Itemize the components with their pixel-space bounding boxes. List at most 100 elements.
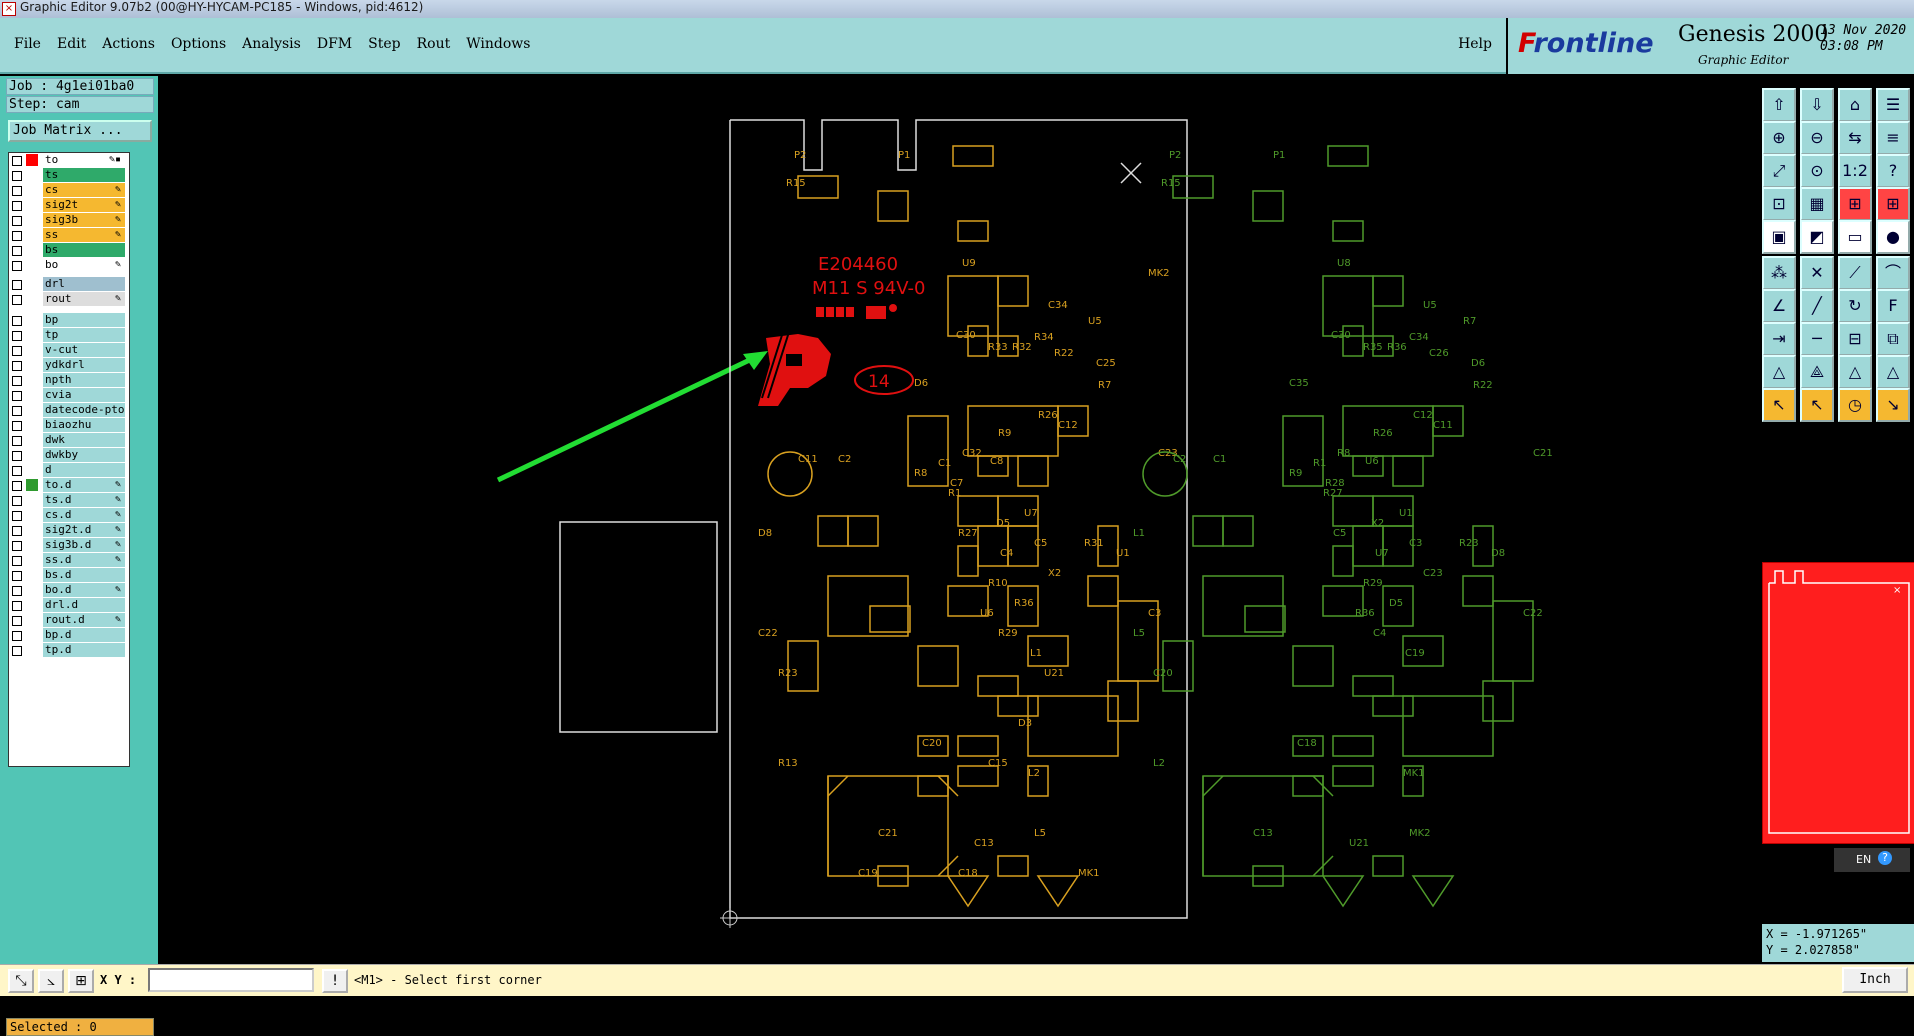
mirror-icon[interactable]: △ (1762, 355, 1796, 389)
menu-rout[interactable]: Rout (417, 36, 451, 52)
layer-row[interactable]: ss ✎ (9, 228, 127, 243)
layer-name[interactable]: drl.d (43, 598, 125, 612)
record-icon[interactable]: ● (1876, 220, 1910, 254)
menu-help[interactable]: Help (1458, 36, 1492, 52)
line-icon[interactable]: ╱ (1800, 289, 1834, 323)
arrow-icon[interactable]: ⟁ (1800, 355, 1834, 389)
layer-name[interactable]: datecode-pto (43, 403, 125, 417)
grid-icon[interactable]: ⊞ (68, 969, 94, 993)
rotate-icon[interactable]: ↻ (1838, 289, 1872, 323)
layer-name[interactable]: biaozhu (43, 418, 125, 432)
layer-row[interactable]: bp.d (9, 628, 127, 643)
layer-row[interactable]: sig3b.d ✎ (9, 538, 127, 553)
select-icon[interactable]: ▣ (1762, 220, 1796, 254)
layer-checkbox[interactable] (12, 436, 22, 446)
ruler-icon[interactable]: ▭ (1838, 220, 1872, 254)
layer-checkbox[interactable] (12, 496, 22, 506)
layer-checkbox[interactable] (12, 571, 22, 581)
layer-row[interactable]: cs ✎ (9, 183, 127, 198)
board-preview[interactable]: × (1762, 562, 1914, 844)
layer-name[interactable]: tp.d (43, 643, 125, 657)
layer-name[interactable]: v-cut (43, 343, 125, 357)
lock-icon[interactable]: ⊡ (1762, 187, 1796, 221)
layer-checkbox[interactable] (12, 346, 22, 356)
job-matrix-button[interactable]: Job Matrix ... (8, 120, 152, 142)
layer-row[interactable]: bo ✎ (9, 258, 127, 273)
layer-down-icon[interactable]: ⇩ (1800, 88, 1834, 122)
clock-icon[interactable]: ◷ (1838, 388, 1872, 422)
layer-checkbox[interactable] (12, 526, 22, 536)
layer-checkbox[interactable] (12, 361, 22, 371)
cut-icon[interactable]: ◩ (1800, 220, 1834, 254)
layer-checkbox[interactable] (12, 171, 22, 181)
menu-windows[interactable]: Windows (466, 36, 530, 52)
menu-step[interactable]: Step (368, 36, 400, 52)
layer-checkbox[interactable] (12, 556, 22, 566)
layer-name[interactable]: drl (43, 277, 125, 291)
node-icon[interactable]: ⁂ (1762, 256, 1796, 290)
layer-row[interactable]: drl (9, 277, 127, 292)
layer-checkbox[interactable] (12, 511, 22, 521)
units-button[interactable]: Inch (1842, 967, 1908, 993)
layer-row[interactable]: tp (9, 328, 127, 343)
layer-checkbox[interactable] (12, 261, 22, 271)
layer-checkbox[interactable] (12, 631, 22, 641)
layer-row[interactable]: ss.d ✎ (9, 553, 127, 568)
shift-icon[interactable]: ─ (1800, 322, 1834, 356)
measure-icon[interactable]: ↘ (1876, 388, 1910, 422)
layer-name[interactable]: bp.d (43, 628, 125, 642)
layer-row[interactable]: datecode-pto (9, 403, 127, 418)
layer-checkbox[interactable] (12, 316, 22, 326)
layer-row[interactable]: rout.d ✎ (9, 613, 127, 628)
layer-checkbox[interactable] (12, 331, 22, 341)
layer-name[interactable]: ydkdrl (43, 358, 125, 372)
layer-checkbox[interactable] (12, 231, 22, 241)
scale-icon[interactable]: 1:2 (1838, 154, 1872, 188)
menu-dfm[interactable]: DFM (317, 36, 352, 52)
layer-row[interactable]: dwk (9, 433, 127, 448)
snap2-icon[interactable]: ⊞ (1876, 187, 1910, 221)
layer-name[interactable]: sig2t.d (43, 523, 125, 537)
graphic-canvas[interactable]: E204460 M11 S 94V-0 14 R15 P2 P1 U9 C30 R33 R3… (158, 76, 1758, 964)
layer-row[interactable]: to.d ✎ (9, 478, 127, 493)
layer-checkbox[interactable] (12, 391, 22, 401)
layer-name[interactable]: ts.d (43, 493, 125, 507)
pad-icon[interactable]: ⧉ (1876, 322, 1910, 356)
layer-checkbox[interactable] (12, 541, 22, 551)
copy-icon[interactable]: △ (1838, 355, 1872, 389)
layer-name[interactable]: sig3b (43, 213, 125, 227)
layer-row[interactable]: rout ✎ (9, 292, 127, 307)
layer-checkbox[interactable] (12, 376, 22, 386)
menu-options[interactable]: Options (171, 36, 226, 52)
list-icon[interactable]: ☰ (1876, 88, 1910, 122)
layer-name[interactable]: bp (43, 313, 125, 327)
layer-row[interactable]: sig3b ✎ (9, 213, 127, 228)
layer-name[interactable]: sig3b.d (43, 538, 125, 552)
menu-icon[interactable]: ≡ (1876, 121, 1910, 155)
layer-name[interactable]: cs.d (43, 508, 125, 522)
layer-row[interactable]: ts (9, 168, 127, 183)
menu-actions[interactable]: Actions (102, 36, 155, 52)
layer-row[interactable]: bo.d ✎ (9, 583, 127, 598)
pointer2-icon[interactable]: ↖ (1800, 388, 1834, 422)
angle-icon[interactable]: ∠ (1762, 289, 1796, 323)
layer-checkbox[interactable] (12, 616, 22, 626)
layer-row[interactable]: npth (9, 373, 127, 388)
layer-row[interactable]: ydkdrl (9, 358, 127, 373)
layer-checkbox[interactable] (12, 481, 22, 491)
layer-checkbox[interactable] (12, 451, 22, 461)
layer-row[interactable]: to ✎▪ (9, 153, 127, 168)
layer-checkbox[interactable] (12, 466, 22, 476)
layer-row[interactable]: drl.d (9, 598, 127, 613)
layer-checkbox[interactable] (12, 201, 22, 211)
measure-icon[interactable]: ⦣ (38, 969, 64, 993)
grid-icon[interactable]: ▦ (1800, 187, 1834, 221)
layer-row[interactable]: ts.d ✎ (9, 493, 127, 508)
layer-checkbox[interactable] (12, 186, 22, 196)
align-icon[interactable]: ⊟ (1838, 322, 1872, 356)
layer-checkbox[interactable] (12, 646, 22, 656)
layer-checkbox[interactable] (12, 216, 22, 226)
layer-row[interactable]: cvia (9, 388, 127, 403)
layer-checkbox[interactable] (12, 601, 22, 611)
layer-row[interactable]: v-cut (9, 343, 127, 358)
